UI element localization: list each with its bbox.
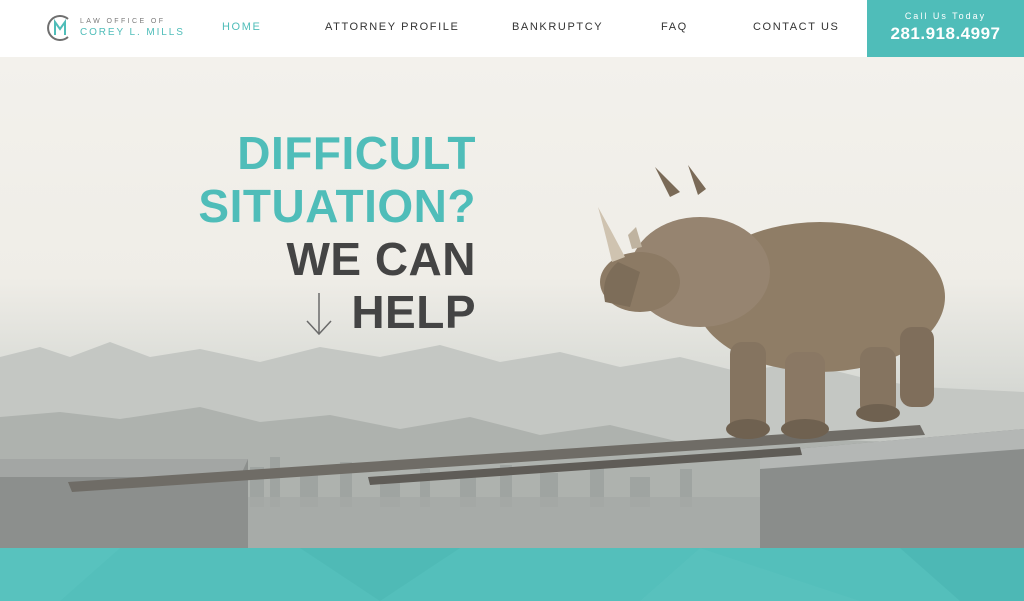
nav-item-home[interactable]: HOME <box>222 21 261 33</box>
headline-line-2: SITUATION? <box>198 180 476 232</box>
phone-number[interactable]: 281.918.4997 <box>867 24 1024 44</box>
call-label: Call Us Today <box>904 11 987 21</box>
arrow-down-icon[interactable] <box>304 293 334 337</box>
nav-item-bankruptcy[interactable]: BANKRUPTCY <box>512 21 603 33</box>
site-header: LAW OFFICE OF COREY L. MILLS HOME ATTORN… <box>0 0 1024 57</box>
hero-section: DIFFICULT SITUATION? WE CAN HELP <box>0 57 1024 548</box>
site-logo[interactable]: LAW OFFICE OF COREY L. MILLS <box>46 11 186 45</box>
band-pattern <box>0 548 1024 601</box>
logo-line-top: LAW OFFICE OF <box>80 18 166 25</box>
nav-item-contact-us[interactable]: CONTACT US <box>753 21 840 33</box>
headline-line-3: WE CAN <box>286 233 476 285</box>
nav-item-faq[interactable]: FAQ <box>661 21 688 33</box>
logo-line-name: COREY L. MILLS <box>80 27 185 38</box>
headline-line-1: DIFFICULT <box>237 127 476 179</box>
nav-item-attorney-profile[interactable]: ATTORNEY PROFILE <box>325 21 459 33</box>
teal-section-band <box>0 548 1024 601</box>
call-us-button[interactable]: Call Us Today 281.918.4997 <box>867 0 1024 57</box>
cm-monogram-icon <box>47 15 69 41</box>
headline-line-4: HELP <box>351 286 476 338</box>
rhino-on-plank-image <box>0 165 1024 548</box>
hero-headline: DIFFICULT SITUATION? WE CAN HELP <box>198 127 476 339</box>
